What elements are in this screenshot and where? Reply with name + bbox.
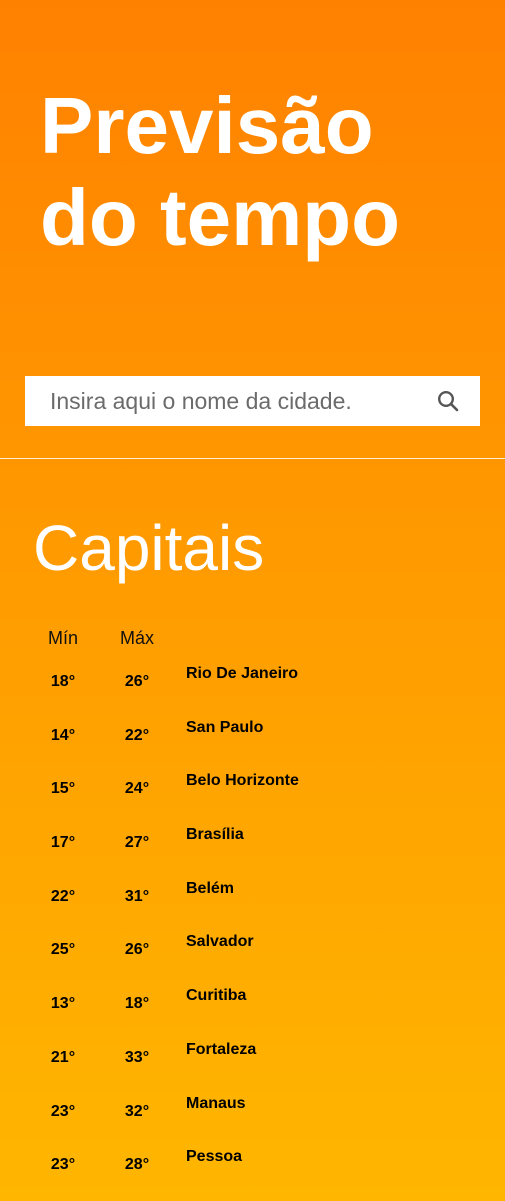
max-temp: 26° (124, 673, 150, 690)
min-temp: 17° (50, 834, 76, 852)
capital-row: 14° 22° San Paulo (0, 714, 505, 768)
min-temp: 21° (50, 1048, 76, 1066)
min-temp: 13° (50, 995, 76, 1013)
min-temp: 25° (50, 941, 76, 959)
capital-row: 18° 26° Rio De Janeiro (0, 660, 505, 714)
capitals-title: Capitais (33, 512, 265, 584)
city-name: Belém (186, 879, 235, 897)
city-name: Manaus (186, 1094, 246, 1112)
max-temp: 32° (124, 1102, 150, 1120)
page-title-line-2: do tempo (40, 173, 400, 262)
page-title-line-1: Previsão (40, 81, 374, 170)
capital-row: 15° 24° Belo Horizonte (0, 767, 505, 821)
city-name: Salvador (186, 933, 254, 951)
city-name: Fortaleza (186, 1040, 257, 1058)
column-header-min: Mín (47, 628, 78, 648)
city-name: Pessoa (186, 1148, 243, 1166)
min-temp: 23° (50, 1156, 76, 1174)
search-bar (25, 376, 480, 426)
max-temp: 24° (124, 780, 150, 798)
min-temp: 22° (50, 887, 76, 905)
max-temp: 22° (124, 726, 150, 744)
max-temp: 28° (124, 1156, 150, 1174)
city-name: Curitiba (186, 987, 247, 1005)
min-temp: 23° (50, 1102, 76, 1120)
capital-row: 23° 28° Pessoa (0, 1143, 505, 1197)
capitals-list: 18° 26° Rio De Janeiro 14° 22° San Paulo… (0, 660, 505, 1197)
city-name: San Paulo (186, 718, 264, 736)
capital-row: 21° 33° Fortaleza (0, 1036, 505, 1090)
capital-row: 22° 31° Belém (0, 875, 505, 929)
city-name: Brasília (186, 826, 244, 844)
max-temp: 31° (124, 887, 150, 905)
page-title: Previsão do tempo (40, 80, 400, 264)
min-temp: 18° (50, 673, 76, 690)
min-temp: 14° (50, 726, 76, 744)
capital-row: 17° 27° Brasília (0, 821, 505, 875)
capital-row: 23° 32° Manaus (0, 1090, 505, 1144)
max-temp: 26° (124, 941, 150, 959)
capital-row: 13° 18° Curitiba (0, 982, 505, 1036)
column-header-max: Máx (119, 628, 154, 648)
city-name: Rio De Janeiro (186, 665, 299, 682)
city-name: Belo Horizonte (186, 772, 299, 790)
max-temp: 27° (124, 834, 150, 852)
section-divider (0, 458, 505, 459)
capital-row: 25° 26° Salvador (0, 928, 505, 982)
search-icon[interactable] (437, 390, 459, 412)
min-temp: 15° (50, 780, 76, 798)
max-temp: 33° (124, 1048, 150, 1066)
max-temp: 18° (124, 995, 150, 1013)
search-input[interactable] (25, 376, 425, 426)
